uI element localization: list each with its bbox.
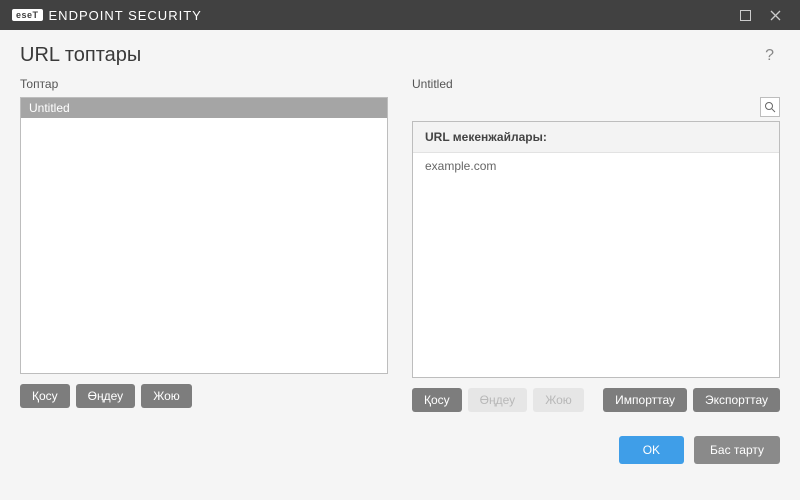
brand-text-light: ENDPOINT: [49, 8, 124, 23]
ok-button[interactable]: OK: [619, 436, 684, 464]
groups-add-button[interactable]: Қосу: [20, 384, 70, 408]
groups-label: Топтар: [20, 77, 388, 91]
brand: eseT ENDPOINT SECURITY: [12, 8, 202, 23]
urls-panel-header: URL мекенжайлары:: [413, 122, 779, 153]
groups-delete-button[interactable]: Жою: [141, 384, 192, 408]
brand-text-bold: SECURITY: [128, 8, 202, 23]
search-button[interactable]: [760, 97, 780, 117]
urls-button-spacer: [590, 388, 597, 412]
urls-panel: URL мекенжайлары: example.com: [412, 121, 780, 378]
titlebar: eseT ENDPOINT SECURITY: [0, 0, 800, 30]
urls-add-button[interactable]: Қосу: [412, 388, 462, 412]
import-button[interactable]: Импорттау: [603, 388, 687, 412]
groups-column: Топтар Untitled Қосу Өңдеу Жою: [20, 77, 388, 412]
brand-badge: eseT: [12, 9, 43, 21]
page-title: URL топтары: [20, 44, 141, 67]
page-header: URL топтары ?: [0, 30, 800, 77]
urls-delete-button: Жою: [533, 388, 584, 412]
brand-text: ENDPOINT SECURITY: [49, 8, 202, 23]
cancel-button[interactable]: Бас тарту: [694, 436, 780, 464]
urls-edit-button: Өңдеу: [468, 388, 528, 412]
square-icon: [740, 10, 751, 21]
help-icon[interactable]: ?: [759, 45, 780, 67]
search-icon: [764, 101, 776, 113]
close-button[interactable]: [760, 0, 790, 30]
groups-button-row: Қосу Өңдеу Жою: [20, 384, 388, 408]
footer: OK Бас тарту: [0, 412, 800, 464]
urls-column: Untitled URL мекенжайлары: example.com Қ…: [412, 77, 780, 412]
groups-listbox[interactable]: Untitled: [20, 97, 388, 374]
export-button[interactable]: Экспорттау: [693, 388, 780, 412]
content: Топтар Untitled Қосу Өңдеу Жою Untitled …: [0, 77, 800, 412]
groups-edit-button[interactable]: Өңдеу: [76, 384, 136, 408]
maximize-button[interactable]: [730, 0, 760, 30]
urls-button-row: Қосу Өңдеу Жою Импорттау Экспорттау: [412, 388, 780, 412]
list-item[interactable]: Untitled: [21, 98, 387, 118]
close-icon: [770, 10, 781, 21]
url-row[interactable]: example.com: [413, 153, 779, 179]
urls-head: Untitled: [412, 77, 780, 91]
urls-label: Untitled: [412, 77, 780, 91]
